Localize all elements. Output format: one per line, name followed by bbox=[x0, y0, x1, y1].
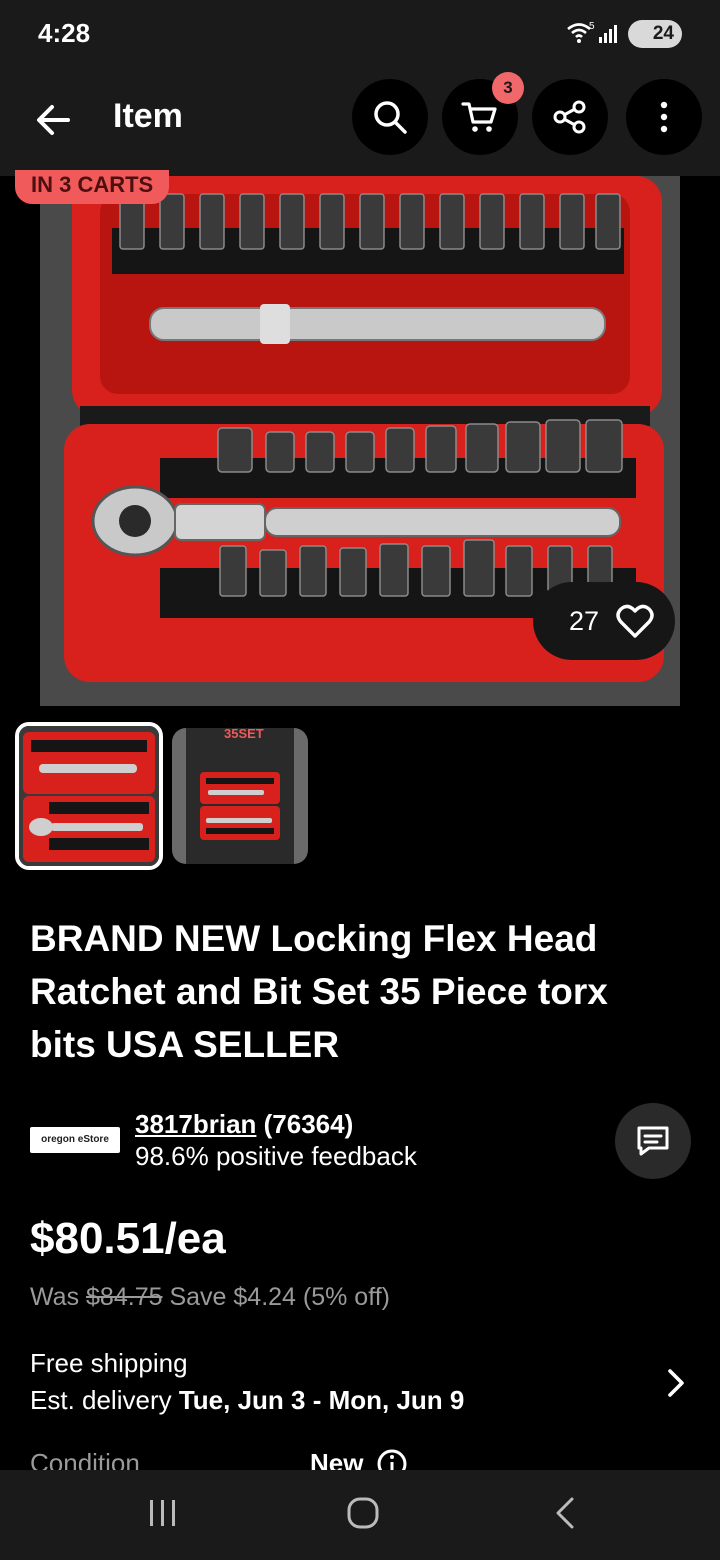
in-carts-badge: IN 3 CARTS bbox=[15, 170, 170, 204]
delivery-label: Est. delivery bbox=[30, 1385, 172, 1415]
search-icon bbox=[374, 101, 407, 134]
home-button[interactable] bbox=[346, 1496, 380, 1535]
seller-feedback: 98.6% positive feedback bbox=[135, 1141, 417, 1171]
cart-icon bbox=[461, 102, 497, 132]
recents-icon bbox=[150, 1500, 175, 1526]
was-label: Was bbox=[30, 1283, 80, 1311]
status-bar: 4:28 5 24 bbox=[0, 0, 720, 66]
item-price: $80.51/ea bbox=[30, 1214, 226, 1263]
seller-name-line[interactable]: 3817brian (76364) bbox=[135, 1109, 353, 1140]
shipping-text[interactable]: Free shipping bbox=[30, 1348, 188, 1379]
battery-indicator: 24 bbox=[628, 20, 682, 48]
delivery-dates: Tue, Jun 3 - Mon, Jun 9 bbox=[178, 1385, 465, 1415]
status-time: 4:28 bbox=[38, 18, 91, 48]
seller-username[interactable]: 3817brian bbox=[135, 1109, 256, 1139]
was-price: $84.75 bbox=[86, 1283, 163, 1311]
wifi-icon: 5 bbox=[566, 20, 596, 51]
heart-icon bbox=[616, 604, 654, 638]
search-button[interactable] bbox=[352, 79, 428, 155]
home-icon bbox=[347, 1497, 379, 1529]
page-title: Item bbox=[113, 97, 183, 135]
system-nav-bar bbox=[0, 1470, 720, 1560]
thumb-box-label: 35SET bbox=[224, 728, 264, 741]
more-vert-icon bbox=[660, 101, 668, 133]
share-icon bbox=[553, 100, 586, 134]
condition-row: Condition New bbox=[0, 1440, 720, 1470]
seller-logo[interactable]: oregon eStore bbox=[30, 1127, 120, 1153]
app-bar: Item bbox=[0, 66, 720, 176]
discount-line: Was $84.75 Save $4.24 (5% off) bbox=[30, 1283, 390, 1312]
chevron-left-icon bbox=[556, 1497, 574, 1529]
thumbnail-1[interactable] bbox=[15, 722, 163, 870]
chevron-right-icon[interactable] bbox=[664, 1366, 688, 1405]
thumbnail-2[interactable]: 35SET bbox=[172, 728, 308, 864]
condition-label: Condition bbox=[30, 1448, 140, 1470]
signal-icon bbox=[598, 21, 622, 50]
arrow-left-icon bbox=[37, 105, 70, 135]
system-back-button[interactable] bbox=[550, 1496, 580, 1535]
cart-count-badge: 3 bbox=[492, 72, 524, 104]
back-button[interactable] bbox=[30, 96, 78, 144]
condition-value: New bbox=[310, 1448, 364, 1470]
wifi-badge: 5 bbox=[589, 21, 595, 32]
info-icon[interactable] bbox=[376, 1448, 408, 1470]
delivery-estimate[interactable]: Est. delivery Tue, Jun 3 - Mon, Jun 9 bbox=[30, 1385, 464, 1416]
watch-button[interactable]: 27 bbox=[533, 582, 675, 660]
item-title: BRAND NEW Locking Flex Head Ratchet and … bbox=[30, 918, 608, 1065]
watch-count: 27 bbox=[569, 605, 600, 636]
seller-score: (76364) bbox=[263, 1109, 354, 1139]
share-button[interactable] bbox=[532, 79, 608, 155]
recents-button[interactable] bbox=[146, 1496, 180, 1535]
more-options-button[interactable] bbox=[626, 79, 702, 155]
message-icon bbox=[637, 1126, 669, 1156]
save-text: Save $4.24 (5% off) bbox=[169, 1283, 390, 1311]
contact-seller-button[interactable] bbox=[615, 1103, 691, 1179]
